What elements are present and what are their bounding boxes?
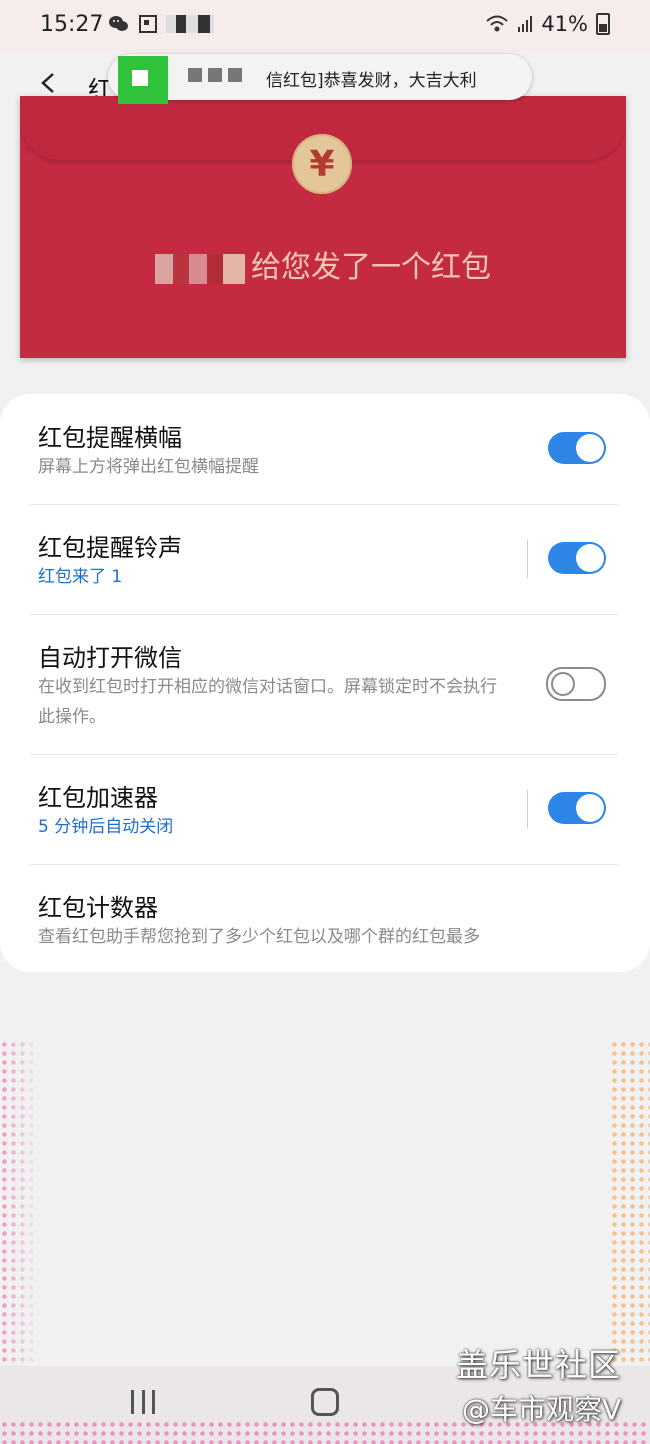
setting-subtitle: 在收到红包时打开相应的微信对话窗口。屏幕锁定时不会执行此操作。	[38, 677, 497, 727]
status-right: 41%	[485, 12, 610, 36]
wechat-icon	[109, 16, 128, 31]
signal-icon	[518, 16, 533, 32]
status-notification-icons	[108, 14, 214, 34]
toast-message: 信红包]恭喜发财，大吉大利	[266, 71, 477, 91]
home-icon[interactable]	[311, 1388, 339, 1416]
screenshot-icon	[139, 15, 157, 33]
envelope-accelerator-toggle[interactable]	[548, 792, 606, 824]
setting-title: 红包提醒铃声	[38, 534, 182, 562]
watermark-author: @车市观察V	[462, 1393, 622, 1426]
auto-open-wechat-toggle[interactable]	[546, 667, 606, 701]
wifi-icon	[486, 15, 508, 32]
back-arrow-icon[interactable]	[38, 72, 60, 94]
yuan-coin-icon: ¥	[292, 134, 352, 194]
notification-toast[interactable]: 信红包]恭喜发财，大吉大利	[108, 54, 532, 104]
sender-name-mosaic	[188, 68, 268, 86]
setting-ringtone-reminder[interactable]: 红包提醒铃声 红包来了 1	[0, 504, 650, 614]
ringtone-reminder-toggle[interactable]	[548, 542, 606, 574]
recent-apps-icon[interactable]	[131, 1390, 155, 1414]
setting-title: 自动打开微信	[38, 644, 182, 672]
setting-title: 红包提醒横幅	[38, 424, 182, 452]
sender-name-mosaic	[155, 253, 245, 284]
settings-card: 红包提醒横幅 屏幕上方将弹出红包横幅提醒 红包提醒铃声 红包来了 1 自动打开微…	[0, 394, 650, 972]
vertical-separator	[527, 790, 528, 828]
vertical-separator	[527, 540, 528, 578]
status-bar: 15:27 41%	[0, 0, 650, 52]
battery-icon	[596, 13, 610, 35]
setting-envelope-counter[interactable]: 红包计数器 查看红包助手帮您抢到了多少个红包以及哪个群的红包最多	[0, 864, 650, 972]
setting-banner-reminder[interactable]: 红包提醒横幅 屏幕上方将弹出红包横幅提醒	[0, 394, 650, 504]
setting-title: 红包计数器	[38, 894, 158, 922]
setting-subtitle: 屏幕上方将弹出红包横幅提醒	[38, 457, 259, 477]
setting-subtitle: 红包来了 1	[38, 567, 123, 587]
watermark-community: 盖乐世社区	[456, 1346, 622, 1384]
status-mosaic	[166, 15, 214, 33]
setting-envelope-accelerator[interactable]: 红包加速器 5 分钟后自动关闭	[0, 754, 650, 864]
red-envelope-preview: ¥ 给您发了一个红包	[20, 96, 626, 358]
setting-subtitle: 5 分钟后自动关闭	[38, 817, 174, 837]
envelope-message-line: 给您发了一个红包	[20, 242, 626, 286]
banner-reminder-toggle[interactable]	[548, 432, 606, 464]
envelope-message: 给您发了一个红包	[251, 250, 491, 285]
setting-title: 红包加速器	[38, 784, 158, 812]
status-time: 15:27	[40, 12, 104, 37]
sender-avatar	[118, 56, 168, 104]
setting-subtitle: 查看红包助手帮您抢到了多少个红包以及哪个群的红包最多	[38, 927, 480, 947]
battery-percent: 41%	[541, 12, 588, 36]
setting-auto-open-wechat[interactable]: 自动打开微信 在收到红包时打开相应的微信对话窗口。屏幕锁定时不会执行此操作。	[0, 614, 650, 754]
